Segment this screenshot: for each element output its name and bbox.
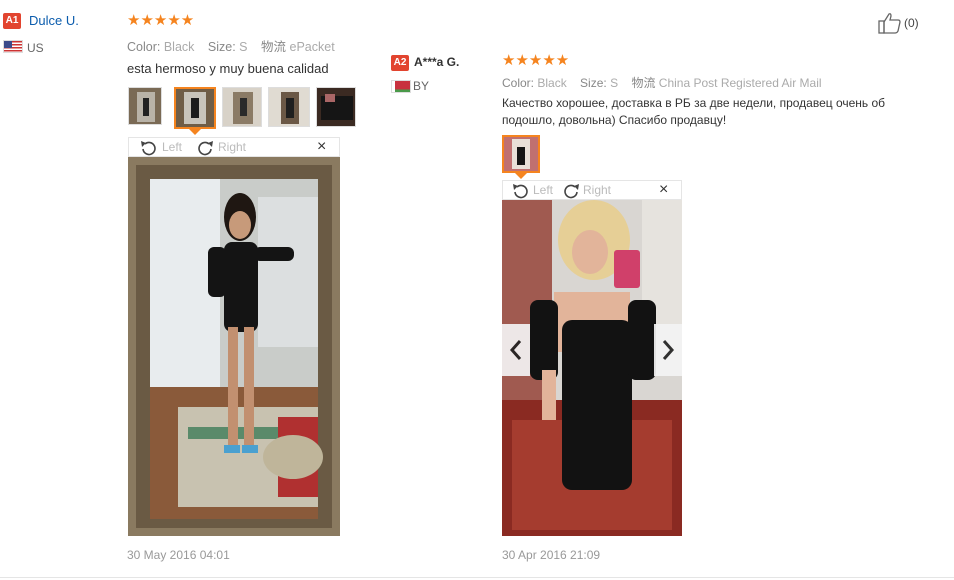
size-value: S: [239, 40, 248, 54]
rating-stars: ★★★★★: [502, 52, 570, 69]
size-label: Size:: [207, 40, 236, 54]
color-label: Color:: [127, 40, 161, 54]
photo-thumbnail[interactable]: [268, 87, 310, 127]
size-value: S: [610, 76, 619, 90]
rotate-left-label[interactable]: Left: [533, 183, 553, 197]
buyer-level-badge: A1: [3, 13, 21, 29]
chevron-left-icon: [509, 340, 522, 360]
chevron-right-icon: [662, 340, 675, 360]
shipping-label: 物流: [261, 40, 287, 54]
selected-pointer: [515, 173, 527, 179]
photo-thumbnail[interactable]: [316, 87, 356, 127]
photo-thumbnail-selected[interactable]: [502, 135, 540, 173]
shipping-label: 物流: [631, 76, 656, 90]
like-count: (0): [904, 16, 919, 30]
previous-photo-button[interactable]: [502, 324, 530, 376]
review-text: esta hermoso y muy buena calidad: [127, 61, 329, 76]
color-value: Black: [537, 76, 567, 90]
close-icon[interactable]: ×: [659, 181, 668, 199]
helpful-like-button[interactable]: (0): [878, 12, 919, 34]
review-photo[interactable]: [502, 200, 682, 536]
photo-thumbnail[interactable]: [128, 87, 162, 125]
selected-pointer: [189, 129, 201, 135]
color-value: Black: [163, 40, 195, 54]
rotate-right-label[interactable]: Right: [218, 140, 246, 154]
image-rotate-toolbar: Left Right ×: [502, 180, 682, 200]
review-photo[interactable]: [128, 157, 340, 536]
by-flag-icon: [391, 80, 411, 93]
size-label: Size:: [580, 76, 607, 90]
buyer-country: BY: [413, 79, 430, 93]
close-icon[interactable]: ×: [317, 138, 326, 156]
rotate-right-label[interactable]: Right: [583, 183, 611, 197]
photo-thumbnail-selected[interactable]: [174, 87, 216, 129]
photo-thumbnail[interactable]: [222, 87, 262, 127]
rating-stars: ★★★★★: [127, 12, 195, 29]
shipping-value: China Post Registered Air Mail: [658, 76, 822, 90]
rotate-left-label[interactable]: Left: [162, 140, 182, 154]
review-date: 30 May 2016 04:01: [127, 548, 230, 562]
buyer-name: A***a G.: [414, 55, 460, 69]
review-date: 30 Apr 2016 21:09: [502, 548, 601, 562]
order-attributes: Color: Black Size: S 物流 ePacket: [127, 36, 345, 55]
buyer-level-badge: A2: [391, 55, 409, 71]
thumbs-up-icon: [878, 13, 901, 34]
buyer-name-link[interactable]: Dulce U.: [29, 13, 79, 28]
shipping-value: ePacket: [289, 40, 335, 54]
us-flag-icon: [3, 40, 23, 53]
next-photo-button[interactable]: [654, 324, 682, 376]
buyer-country: US: [27, 41, 44, 55]
review-text: Качество хорошее, доставка в РБ за две н…: [502, 96, 886, 127]
order-attributes: Color: Black Size: S 物流 China Post Regis…: [502, 74, 832, 91]
color-label: Color:: [502, 76, 535, 90]
divider: [0, 577, 954, 578]
image-rotate-toolbar: Left Right ×: [128, 137, 340, 157]
